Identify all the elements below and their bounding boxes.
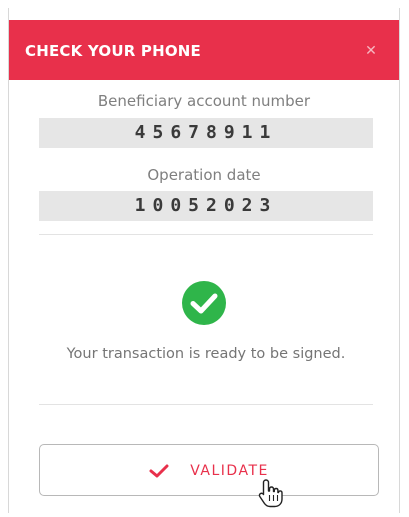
validate-button[interactable]: VALIDATE xyxy=(39,444,379,496)
dialog-title: CHECK YOUR PHONE xyxy=(25,42,201,60)
divider-top xyxy=(39,234,373,235)
validate-button-label: VALIDATE xyxy=(190,462,269,479)
dialog-header: CHECK YOUR PHONE ✕ xyxy=(9,20,399,80)
checkmark-icon xyxy=(149,464,169,477)
close-icon[interactable]: ✕ xyxy=(361,41,381,61)
beneficiary-account-value: 45678911 xyxy=(39,118,373,148)
operation-date-label: Operation date xyxy=(147,166,261,184)
operation-date-value: 10052023 xyxy=(39,191,373,221)
check-phone-dialog: CHECK YOUR PHONE ✕ Beneficiary account n… xyxy=(8,8,400,513)
validate-button-content: VALIDATE xyxy=(40,445,378,495)
beneficiary-account-label: Beneficiary account number xyxy=(97,92,311,110)
divider-bottom xyxy=(39,404,373,405)
status-message: Your transaction is ready to be signed. xyxy=(66,346,346,362)
screen: CHECK YOUR PHONE ✕ Beneficiary account n… xyxy=(0,0,409,517)
check-circle-icon xyxy=(182,281,226,325)
